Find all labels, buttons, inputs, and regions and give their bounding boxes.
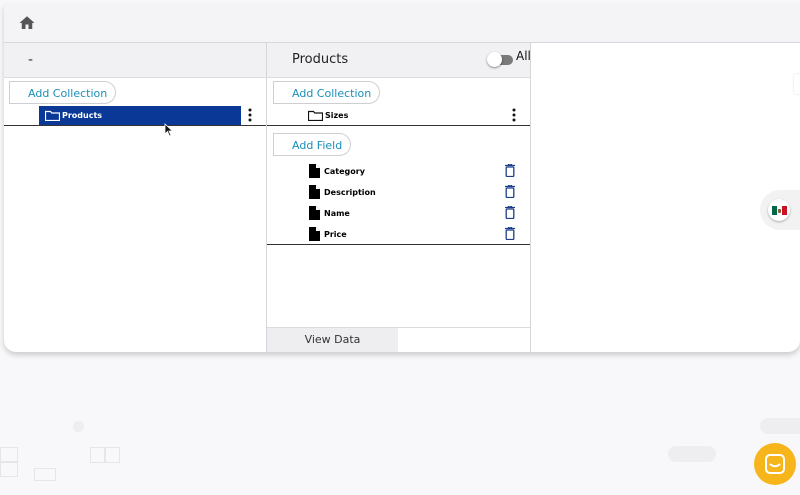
mexico-flag-icon: [772, 206, 787, 215]
field-item-price[interactable]: Price: [309, 225, 524, 243]
products-column: Products All Add Collection Sizes Add Fi…: [267, 43, 531, 352]
document-icon: [309, 227, 320, 241]
decorative-pill: [760, 418, 800, 434]
flag-wrapper: [768, 199, 790, 221]
toggle-label: All: [516, 49, 531, 63]
field-label: Category: [324, 166, 365, 176]
top-bar: [4, 4, 800, 43]
decorative-pill: [668, 446, 716, 462]
trash-icon[interactable]: [505, 227, 515, 240]
toggle-knob: [487, 52, 502, 67]
chat-launcher-button[interactable]: [754, 443, 796, 485]
document-icon: [309, 164, 320, 178]
column-title: -: [28, 52, 34, 68]
decorative-grid: [104, 447, 106, 463]
document-icon: [309, 206, 320, 220]
side-scroll-tab[interactable]: [794, 74, 800, 94]
collection-item-products[interactable]: Products: [39, 106, 241, 125]
collections-column: - Add Collection Products: [4, 43, 267, 352]
decorative-dot: [73, 421, 84, 432]
add-collection-button[interactable]: Add Collection: [9, 81, 117, 104]
decorative-grid: [34, 468, 56, 481]
folder-icon: [45, 110, 60, 121]
field-label: Description: [324, 187, 376, 197]
divider: [4, 125, 266, 126]
field-item-category[interactable]: Category: [309, 162, 524, 180]
detail-column: [531, 43, 800, 352]
collection-item-sizes[interactable]: Sizes: [302, 106, 462, 125]
field-item-description[interactable]: Description: [309, 183, 524, 201]
language-selector[interactable]: [760, 190, 800, 230]
folder-icon: [308, 110, 323, 121]
chat-icon: [765, 454, 785, 474]
trash-icon[interactable]: [505, 185, 515, 198]
view-data-button[interactable]: View Data: [267, 328, 398, 352]
divider: [267, 244, 530, 245]
column-header: -: [4, 43, 266, 78]
app-window: - Add Collection Products Products All A…: [4, 4, 800, 352]
field-label: Price: [324, 229, 347, 239]
divider: [267, 125, 530, 126]
view-data-bar: View Data: [267, 327, 530, 352]
field-item-name[interactable]: Name: [309, 204, 524, 222]
document-icon: [309, 185, 320, 199]
trash-icon[interactable]: [505, 206, 515, 219]
column-header: Products All: [267, 43, 531, 78]
decorative-grid: [0, 461, 18, 463]
collection-label: Sizes: [325, 111, 349, 120]
column-title: Products: [292, 52, 349, 67]
more-options-icon[interactable]: [509, 108, 519, 122]
add-field-button[interactable]: Add Field: [273, 133, 352, 156]
trash-icon[interactable]: [505, 164, 515, 177]
home-icon[interactable]: [18, 14, 36, 32]
collection-label: Products: [62, 111, 103, 120]
field-label: Name: [324, 208, 350, 218]
more-options-icon[interactable]: [245, 108, 255, 122]
add-collection-button[interactable]: Add Collection: [273, 81, 381, 104]
cursor-icon: [164, 123, 174, 137]
all-toggle[interactable]: [487, 52, 513, 67]
